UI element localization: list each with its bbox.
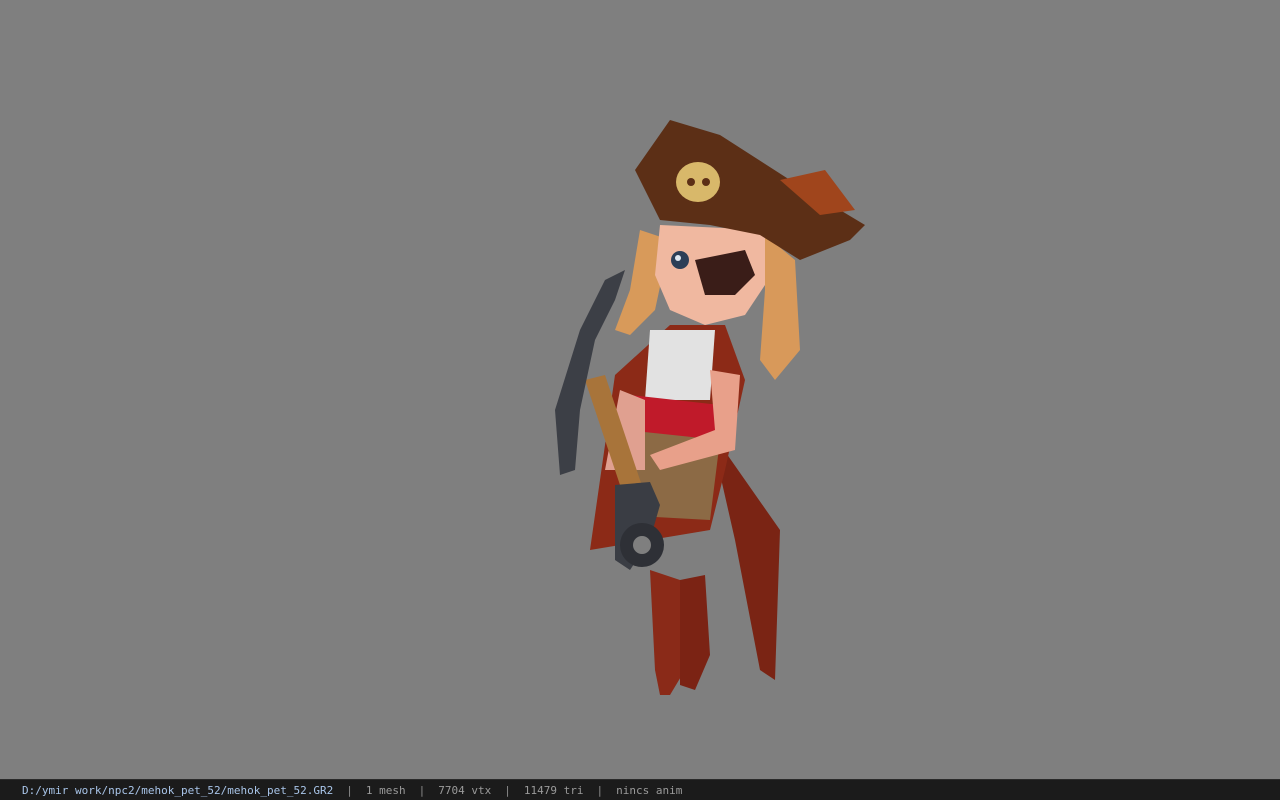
file-path: D:/ymir work/npc2/mehok_pet_52/mehok_pet…: [22, 783, 334, 797]
left-eye-highlight: [675, 255, 681, 261]
separator: |: [346, 783, 353, 797]
hair-right: [760, 235, 800, 380]
mesh-count: 1 mesh: [365, 783, 406, 797]
animation-status: nincs anim: [616, 783, 683, 797]
character-model: [555, 120, 865, 695]
separator: |: [418, 783, 426, 797]
vertex-count: 7704 vtx: [438, 783, 492, 797]
triangle-count: 11479 tri: [523, 783, 584, 797]
shirt: [645, 330, 715, 400]
separator: |: [596, 783, 604, 797]
status-bar: D:/ymir work/npc2/mehok_pet_52/mehok_pet…: [0, 779, 1280, 800]
left-boot: [650, 570, 685, 695]
pickaxe-ring-hole: [633, 536, 651, 554]
skull-emblem: [676, 162, 720, 202]
separator: |: [504, 783, 511, 797]
right-boot: [680, 575, 710, 690]
3d-viewport[interactable]: [0, 0, 1280, 779]
